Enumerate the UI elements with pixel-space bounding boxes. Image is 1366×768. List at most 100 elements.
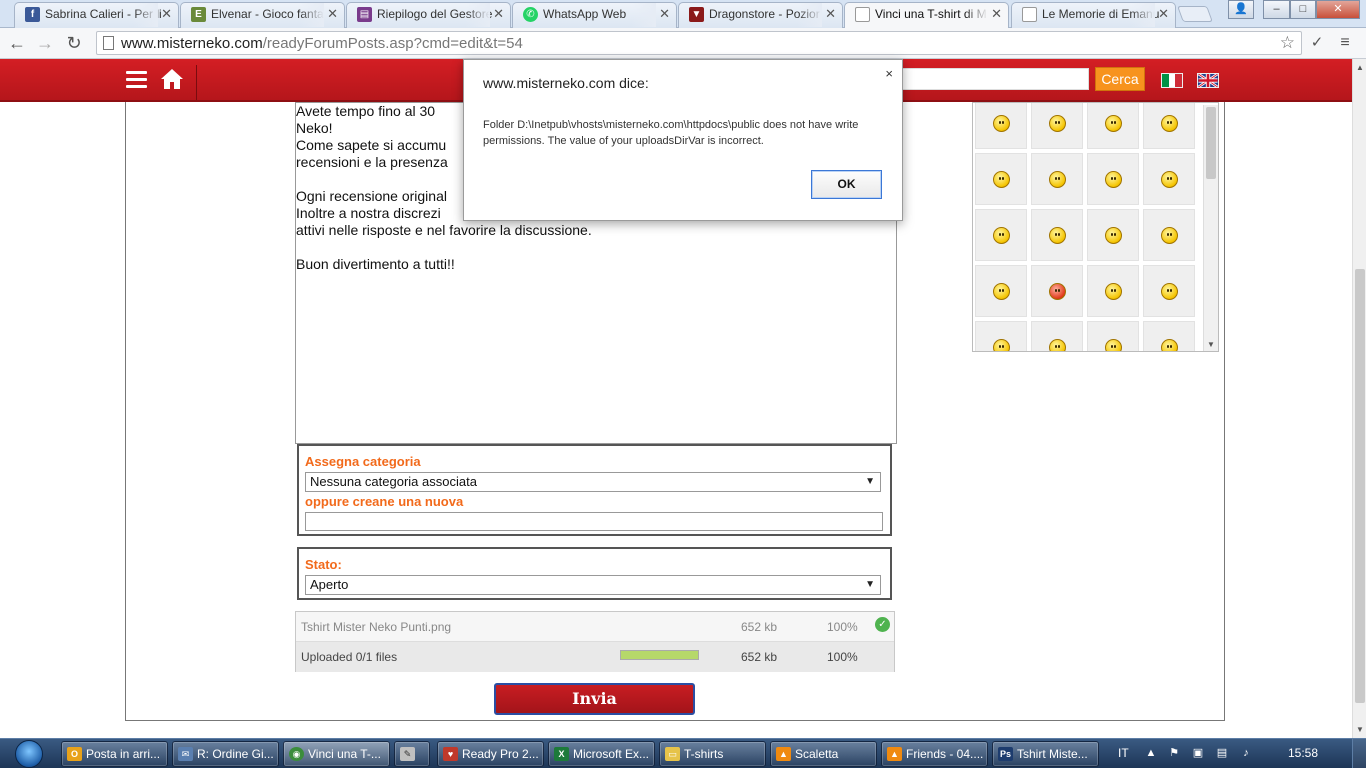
- smiley-icon[interactable]: [1143, 321, 1195, 351]
- smiley-icon[interactable]: [1143, 265, 1195, 317]
- taskbar-item-mail[interactable]: ✉ R: Ordine Gi...: [172, 741, 279, 767]
- extension-check-icon[interactable]: ✓: [1306, 32, 1328, 54]
- start-button[interactable]: [8, 739, 50, 768]
- smiley-icon[interactable]: [975, 321, 1027, 351]
- smiley-icon[interactable]: [1031, 103, 1083, 149]
- upload-file-size: 652 kb: [741, 620, 778, 634]
- status-selected-value: Aperto: [310, 577, 349, 592]
- ok-button[interactable]: OK: [811, 170, 882, 199]
- folder-icon: ▭: [665, 747, 680, 761]
- emoticon-scroll-thumb[interactable]: [1206, 107, 1216, 179]
- tab-riepilogo[interactable]: ▤ Riepilogo del Gestore ✕: [346, 2, 511, 28]
- taskbar-item-paint[interactable]: ✎: [394, 741, 430, 767]
- smiley-icon[interactable]: [1143, 103, 1195, 149]
- close-icon[interactable]: ✕: [161, 3, 172, 25]
- chevron-down-icon: ▼: [865, 579, 875, 590]
- smiley-icon[interactable]: [1143, 209, 1195, 261]
- smiley-icon[interactable]: [1031, 209, 1083, 261]
- taskbar-item-excel[interactable]: X Microsoft Ex...: [548, 741, 655, 767]
- minimize-button[interactable]: –: [1263, 0, 1290, 19]
- close-icon[interactable]: ✕: [825, 3, 836, 25]
- emoticon-scrollbar[interactable]: ▼: [1203, 105, 1218, 351]
- page-scrollbar[interactable]: ▲ ▼: [1352, 59, 1366, 738]
- volume-icon[interactable]: ♪: [1240, 747, 1252, 759]
- close-icon[interactable]: ✕: [327, 3, 338, 25]
- bookmark-star-icon[interactable]: ☆: [1280, 32, 1295, 54]
- tab-memorie[interactable]: Le Memorie di Emanu ✕: [1011, 2, 1176, 28]
- tab-elvenar[interactable]: E Elvenar - Gioco fanta ✕: [180, 2, 345, 28]
- category-select[interactable]: Nessuna categoria associata ▼: [305, 472, 881, 492]
- close-icon[interactable]: ✕: [1158, 3, 1169, 25]
- tab-title: WhatsApp Web: [543, 7, 627, 21]
- uk-flag-icon[interactable]: [1197, 73, 1219, 88]
- smiley-icon[interactable]: [975, 209, 1027, 261]
- taskbar-item-readypro[interactable]: ♥ Ready Pro 2...: [437, 741, 544, 767]
- status-select[interactable]: Aperto ▼: [305, 575, 881, 595]
- upload-summary: Uploaded 0/1 files: [301, 650, 398, 664]
- device-icon[interactable]: ▣: [1192, 747, 1204, 759]
- back-icon[interactable]: ←: [6, 32, 28, 54]
- close-icon[interactable]: ✕: [659, 3, 670, 25]
- network-icon[interactable]: ▤: [1216, 747, 1228, 759]
- new-category-label: oppure creane una nuova: [305, 494, 464, 509]
- address-bar[interactable]: www.misterneko.com/readyForumPosts.asp?c…: [96, 31, 1302, 55]
- submit-button[interactable]: Invia: [494, 683, 695, 715]
- smiley-icon[interactable]: [1087, 321, 1139, 351]
- tab-sabrina[interactable]: f Sabrina Calieri - Per li ✕: [14, 2, 179, 28]
- smiley-icon[interactable]: [975, 153, 1027, 205]
- site-search-input[interactable]: [880, 68, 1089, 90]
- page-info-icon[interactable]: [103, 36, 114, 50]
- tab-vinci-tshirt[interactable]: Vinci una T-shirt di M ✕: [844, 2, 1009, 29]
- taskbar-label: Scaletta: [795, 747, 839, 761]
- smiley-icon[interactable]: [1087, 103, 1139, 149]
- taskbar-item-friends[interactable]: ▲ Friends - 04....: [881, 741, 988, 767]
- smiley-icon[interactable]: [1031, 153, 1083, 205]
- hamburger-menu-icon[interactable]: [126, 71, 147, 89]
- smiley-icon[interactable]: [1087, 153, 1139, 205]
- page-scroll-thumb[interactable]: [1355, 269, 1365, 703]
- forward-icon[interactable]: →: [34, 32, 56, 54]
- show-desktop-button[interactable]: [1352, 739, 1366, 768]
- home-icon[interactable]: [160, 68, 184, 90]
- smiley-icon[interactable]: [1031, 265, 1083, 317]
- scroll-down-icon[interactable]: ▼: [1356, 725, 1364, 734]
- scroll-down-icon[interactable]: ▼: [1207, 340, 1215, 349]
- new-category-input[interactable]: [305, 512, 883, 531]
- close-icon[interactable]: ×: [885, 66, 893, 81]
- tab-whatsapp[interactable]: ✆ WhatsApp Web ✕: [512, 2, 677, 28]
- new-tab-button[interactable]: [1177, 6, 1213, 22]
- taskbar-item-photoshop[interactable]: Ps Tshirt Miste...: [992, 741, 1099, 767]
- windows-logo-icon: [15, 740, 43, 768]
- close-icon[interactable]: ✕: [493, 3, 504, 25]
- taskbar-label: Ready Pro 2...: [462, 747, 539, 761]
- maximize-button[interactable]: □: [1290, 0, 1316, 19]
- alert-dialog: www.misterneko.com dice: × Folder D:\Ine…: [463, 59, 903, 221]
- clock[interactable]: 15:58: [1288, 746, 1318, 760]
- tab-dragonstore[interactable]: ▼ Dragonstore - Pozior ✕: [678, 2, 843, 28]
- taskbar-item-chrome[interactable]: ◉ Vinci una T-...: [283, 741, 390, 767]
- taskbar-item-scaletta[interactable]: ▲ Scaletta: [770, 741, 877, 767]
- tray-expand-icon[interactable]: ▲: [1145, 747, 1157, 759]
- smiley-icon[interactable]: [1087, 209, 1139, 261]
- taskbar-item-outlook[interactable]: O Posta in arri...: [61, 741, 168, 767]
- upload-progress-bar: [620, 650, 699, 660]
- smiley-icon[interactable]: [1087, 265, 1139, 317]
- readypro-icon: ♥: [443, 747, 458, 761]
- taskbar-item-tshirts-folder[interactable]: ▭ T-shirts: [659, 741, 766, 767]
- search-button[interactable]: Cerca: [1095, 67, 1145, 91]
- taskbar-label: T-shirts: [684, 747, 724, 761]
- dialog-message: Folder D:\Inetpub\vhosts\misterneko.com\…: [483, 119, 859, 147]
- smiley-icon[interactable]: [1143, 153, 1195, 205]
- close-window-button[interactable]: ✕: [1316, 0, 1360, 19]
- scroll-up-icon[interactable]: ▲: [1356, 63, 1364, 72]
- menu-icon[interactable]: ≡: [1334, 32, 1356, 54]
- flag-icon[interactable]: ⚑: [1168, 747, 1180, 759]
- italian-flag-icon[interactable]: [1161, 73, 1183, 88]
- user-icon[interactable]: 👤: [1228, 0, 1254, 19]
- language-indicator[interactable]: IT: [1118, 746, 1129, 760]
- smiley-icon[interactable]: [975, 103, 1027, 149]
- smiley-icon[interactable]: [1031, 321, 1083, 351]
- close-icon[interactable]: ✕: [991, 3, 1002, 25]
- smiley-icon[interactable]: [975, 265, 1027, 317]
- reload-icon[interactable]: ↻: [63, 32, 85, 54]
